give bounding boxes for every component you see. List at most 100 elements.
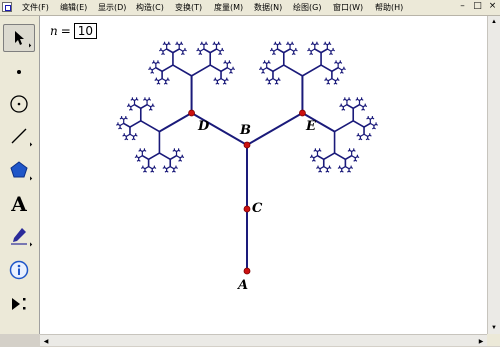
tree-branch <box>301 64 322 77</box>
point-label-a[interactable]: A <box>238 278 248 293</box>
point-b[interactable] <box>243 141 251 149</box>
polygon-tool[interactable] <box>3 156 35 184</box>
point-tool[interactable] <box>3 58 35 86</box>
tree-branch <box>331 66 339 73</box>
point-label-c[interactable]: C <box>252 201 262 216</box>
compass-tool[interactable] <box>3 90 35 118</box>
tree-branch <box>165 48 174 54</box>
straightedge-tool[interactable] <box>3 122 35 150</box>
tree-branch <box>246 112 304 146</box>
menu-item-9[interactable]: 帮助(H) <box>375 2 403 13</box>
tree-branch <box>344 154 353 161</box>
tree-branch <box>139 119 161 133</box>
tree-branch <box>157 78 163 82</box>
tree-branch <box>331 78 337 82</box>
tree-branch <box>184 49 187 52</box>
tree-branch <box>151 67 157 71</box>
point-label-e[interactable]: E <box>306 119 316 134</box>
tree-branch <box>131 138 135 141</box>
tree-branch <box>172 64 193 77</box>
tree-branch <box>347 170 350 173</box>
tree-branch <box>129 133 135 137</box>
horizontal-scrollbar[interactable]: ◀ ▶ <box>40 334 487 346</box>
tree-branch <box>312 159 315 162</box>
tree-branch <box>139 103 148 110</box>
tree-branch <box>180 42 184 45</box>
tree-branch <box>156 82 160 85</box>
parameter-value[interactable]: 10 <box>73 23 98 39</box>
menu-item-0[interactable]: 文件(F) <box>22 2 49 13</box>
app-icon[interactable] <box>2 2 12 12</box>
tree-branch <box>289 48 295 52</box>
tree-branch <box>203 48 212 54</box>
tree-branch <box>359 133 365 137</box>
scroll-up-icon[interactable]: ▲ <box>488 16 500 28</box>
tree-branch <box>364 104 368 107</box>
sketch-canvas[interactable] <box>40 16 487 334</box>
tree-branch <box>169 154 178 161</box>
menu-item-5[interactable]: 度量(M) <box>214 2 243 13</box>
minimize-button[interactable]: – <box>457 1 468 12</box>
menu-item-6[interactable]: 数据(N) <box>254 2 282 13</box>
tree-branch <box>344 165 350 170</box>
fractal-tree <box>116 41 378 275</box>
tree-branch <box>161 52 164 55</box>
parameter-n[interactable]: n = 10 <box>50 23 98 39</box>
tree-branch <box>143 170 146 173</box>
marker-tool[interactable] <box>3 222 35 250</box>
point-c[interactable] <box>243 205 251 213</box>
tree-branch <box>136 98 139 101</box>
tree-branch <box>215 82 218 85</box>
tree-branch <box>337 78 340 81</box>
tree-branch <box>229 71 232 74</box>
tree-branch <box>118 127 121 130</box>
text-tool[interactable]: A <box>3 190 35 218</box>
vertical-scrollbar[interactable]: ▲ ▼ <box>487 16 500 334</box>
tree-branch <box>341 165 346 170</box>
menu-item-7[interactable]: 绘图(G) <box>293 2 321 13</box>
toolbox: A <box>0 16 40 334</box>
tree-branch <box>221 49 225 52</box>
close-button[interactable]: × <box>487 1 498 12</box>
tree-branch <box>162 48 168 52</box>
scroll-left-icon[interactable]: ◀ <box>40 335 52 347</box>
tree-branch <box>333 119 355 133</box>
point-label-b[interactable]: B <box>240 123 251 138</box>
custom-tool[interactable] <box>3 290 35 318</box>
circle-icon <box>10 95 28 113</box>
play-more-icon <box>12 298 26 310</box>
maximize-button[interactable]: □ <box>472 1 483 12</box>
tree-branch <box>199 48 205 52</box>
selection-arrow-tool[interactable] <box>3 24 35 52</box>
menu-item-3[interactable]: 构造(C) <box>136 2 164 13</box>
point-d[interactable] <box>188 109 195 117</box>
point-label-d[interactable]: D <box>198 119 209 134</box>
tree-branch <box>337 67 343 71</box>
tree-branch <box>181 155 185 158</box>
tree-branch <box>125 133 131 137</box>
scroll-right-icon[interactable]: ▶ <box>475 335 487 347</box>
tree-branch <box>318 170 321 173</box>
scroll-down-icon[interactable]: ▼ <box>488 322 500 334</box>
tree-branch <box>272 64 285 73</box>
tree-branch <box>339 61 343 64</box>
tree-branch <box>310 48 316 52</box>
tree-branch <box>363 122 372 128</box>
information-tool[interactable] <box>3 256 35 284</box>
tree-branch <box>226 67 232 71</box>
menu-item-1[interactable]: 编辑(E) <box>60 2 87 13</box>
point-a[interactable] <box>243 267 251 275</box>
menu-item-4[interactable]: 变换(T) <box>175 2 202 13</box>
tree-branch <box>343 68 346 70</box>
tree-branch <box>316 42 319 45</box>
menu-item-2[interactable]: 显示(D) <box>98 2 126 13</box>
menu-item-8[interactable]: 窗口(W) <box>333 2 363 13</box>
tree-branch <box>130 104 136 108</box>
tree-branch <box>309 52 312 55</box>
tree-branch <box>323 165 328 170</box>
point-e[interactable] <box>299 109 306 117</box>
tree-branch <box>265 66 274 73</box>
tree-branch <box>316 154 325 161</box>
tree-branch <box>178 48 184 52</box>
tree-branch <box>181 52 184 55</box>
